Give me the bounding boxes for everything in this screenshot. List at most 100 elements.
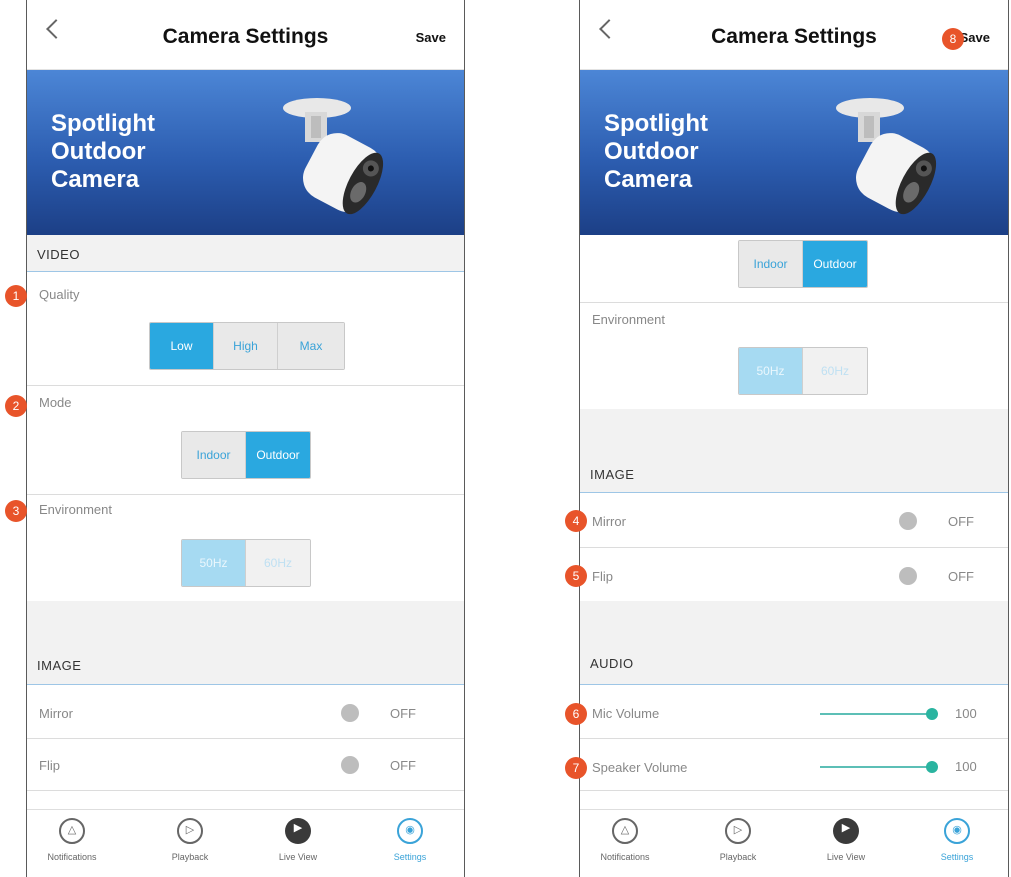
speaker-volume-handle[interactable] [926,761,938,773]
nav-playback[interactable]: ▷ Playback [693,818,783,862]
camera-name-line3: Camera [51,166,140,193]
nav-label: Live View [826,852,866,862]
flip-state: OFF [948,569,974,584]
divider [580,684,1008,685]
settings-icon: ◉ [944,818,970,844]
mirror-toggle[interactable] [341,704,359,722]
audio-section-header: AUDIO [580,601,1008,684]
camera-name-line2: Outdoor [604,138,699,165]
camera-name-line3: Camera [604,166,693,193]
mode-option-outdoor[interactable]: Outdoor [803,241,867,287]
speaker-volume-slider[interactable] [820,766,930,768]
flip-toggle[interactable] [899,567,917,585]
bottom-nav: △ Notifications ▷ Playback ▶ Live View ◉… [580,809,1008,877]
callout-badge-4: 4 [565,510,587,532]
image-section-label: IMAGE [590,467,635,482]
header: Camera Settings Save [27,0,464,70]
nav-settings[interactable]: ◉ Settings [912,818,1002,862]
camera-banner: Spotlight Outdoor Camera [580,70,1008,235]
bottom-nav: △ Notifications ▷ Playback ▶ Live View ◉… [27,809,464,877]
save-button[interactable]: Save [960,30,990,45]
video-section-header: VIDEO [27,235,464,271]
save-button[interactable]: Save [416,30,446,45]
mode-option-indoor[interactable]: Indoor [739,241,803,287]
camera-name-line1: Spotlight [604,110,708,137]
environment-option-50hz[interactable]: 50Hz [739,348,803,394]
camera-name: Spotlight Outdoor Camera [604,110,708,194]
flip-label: Flip [592,569,613,584]
mode-selector: Indoor Outdoor [181,431,311,479]
image-section-label: IMAGE [37,658,82,673]
divider [27,738,464,739]
speaker-volume-label: Speaker Volume [592,760,688,775]
quality-option-low[interactable]: Low [150,323,214,369]
callout-badge-7: 7 [565,757,587,779]
callout-badge-8: 8 [942,28,964,50]
playback-icon: ▷ [725,818,751,844]
divider [580,302,1008,303]
speaker-volume-value: 100 [955,759,977,774]
camera-name: Spotlight Outdoor Camera [51,110,155,194]
quality-selector: Low High Max [149,322,345,370]
mic-volume-handle[interactable] [926,708,938,720]
nav-live-view[interactable]: ▶ Live View [801,818,891,862]
nav-label: Notifications [600,852,650,862]
live-view-icon: ▶ [833,818,859,844]
image-section-header: IMAGE [27,601,464,684]
phone-screen-right: Camera Settings Save Spotlight Outdoor C… [579,0,1009,877]
environment-option-50hz[interactable]: 50Hz [182,540,246,586]
mirror-label: Mirror [592,514,626,529]
nav-label: Live View [278,852,318,862]
flip-state: OFF [390,758,416,773]
quality-label: Quality [39,287,80,302]
divider [580,790,1008,791]
camera-image [836,98,937,215]
nav-live-view[interactable]: ▶ Live View [253,818,343,862]
nav-playback[interactable]: ▷ Playback [145,818,235,862]
divider [580,492,1008,493]
mic-volume-value: 100 [955,706,977,721]
mode-label: Mode [39,395,72,410]
image-section-header: IMAGE [580,409,1008,492]
bell-icon: △ [612,818,638,844]
divider [27,271,464,272]
quality-option-max[interactable]: Max [278,323,344,369]
mode-selector: Indoor Outdoor [738,240,868,288]
mode-option-outdoor[interactable]: Outdoor [246,432,310,478]
callout-badge-1: 1 [5,285,27,307]
mic-volume-slider[interactable] [820,713,930,715]
nav-notifications[interactable]: △ Notifications [27,818,117,862]
nav-settings[interactable]: ◉ Settings [365,818,455,862]
phone-screen-left: Camera Settings Save Spotlight Outdoor C… [26,0,465,877]
divider [580,547,1008,548]
mic-volume-label: Mic Volume [592,706,660,721]
nav-notifications[interactable]: △ Notifications [580,818,670,862]
camera-banner: Spotlight Outdoor Camera [27,70,464,235]
environment-selector: 50Hz 60Hz [181,539,311,587]
divider [27,790,464,791]
playback-icon: ▷ [177,818,203,844]
divider [27,494,464,495]
mirror-toggle[interactable] [899,512,917,530]
callout-badge-3: 3 [5,500,27,522]
nav-label: Settings [940,852,974,862]
quality-option-high[interactable]: High [214,323,278,369]
mirror-state: OFF [390,706,416,721]
environment-label: Environment [39,502,112,517]
nav-label: Playback [171,852,209,862]
environment-option-60hz[interactable]: 60Hz [803,348,867,394]
nav-label: Notifications [47,852,97,862]
flip-label: Flip [39,758,60,773]
divider [580,738,1008,739]
mode-option-indoor[interactable]: Indoor [182,432,246,478]
callout-badge-2: 2 [5,395,27,417]
mirror-state: OFF [948,514,974,529]
bell-icon: △ [59,818,85,844]
divider [27,385,464,386]
flip-toggle[interactable] [341,756,359,774]
callout-badge-5: 5 [565,565,587,587]
environment-option-60hz[interactable]: 60Hz [246,540,310,586]
audio-section-label: AUDIO [590,656,634,671]
camera-name-line2: Outdoor [51,138,146,165]
camera-name-line1: Spotlight [51,110,155,137]
